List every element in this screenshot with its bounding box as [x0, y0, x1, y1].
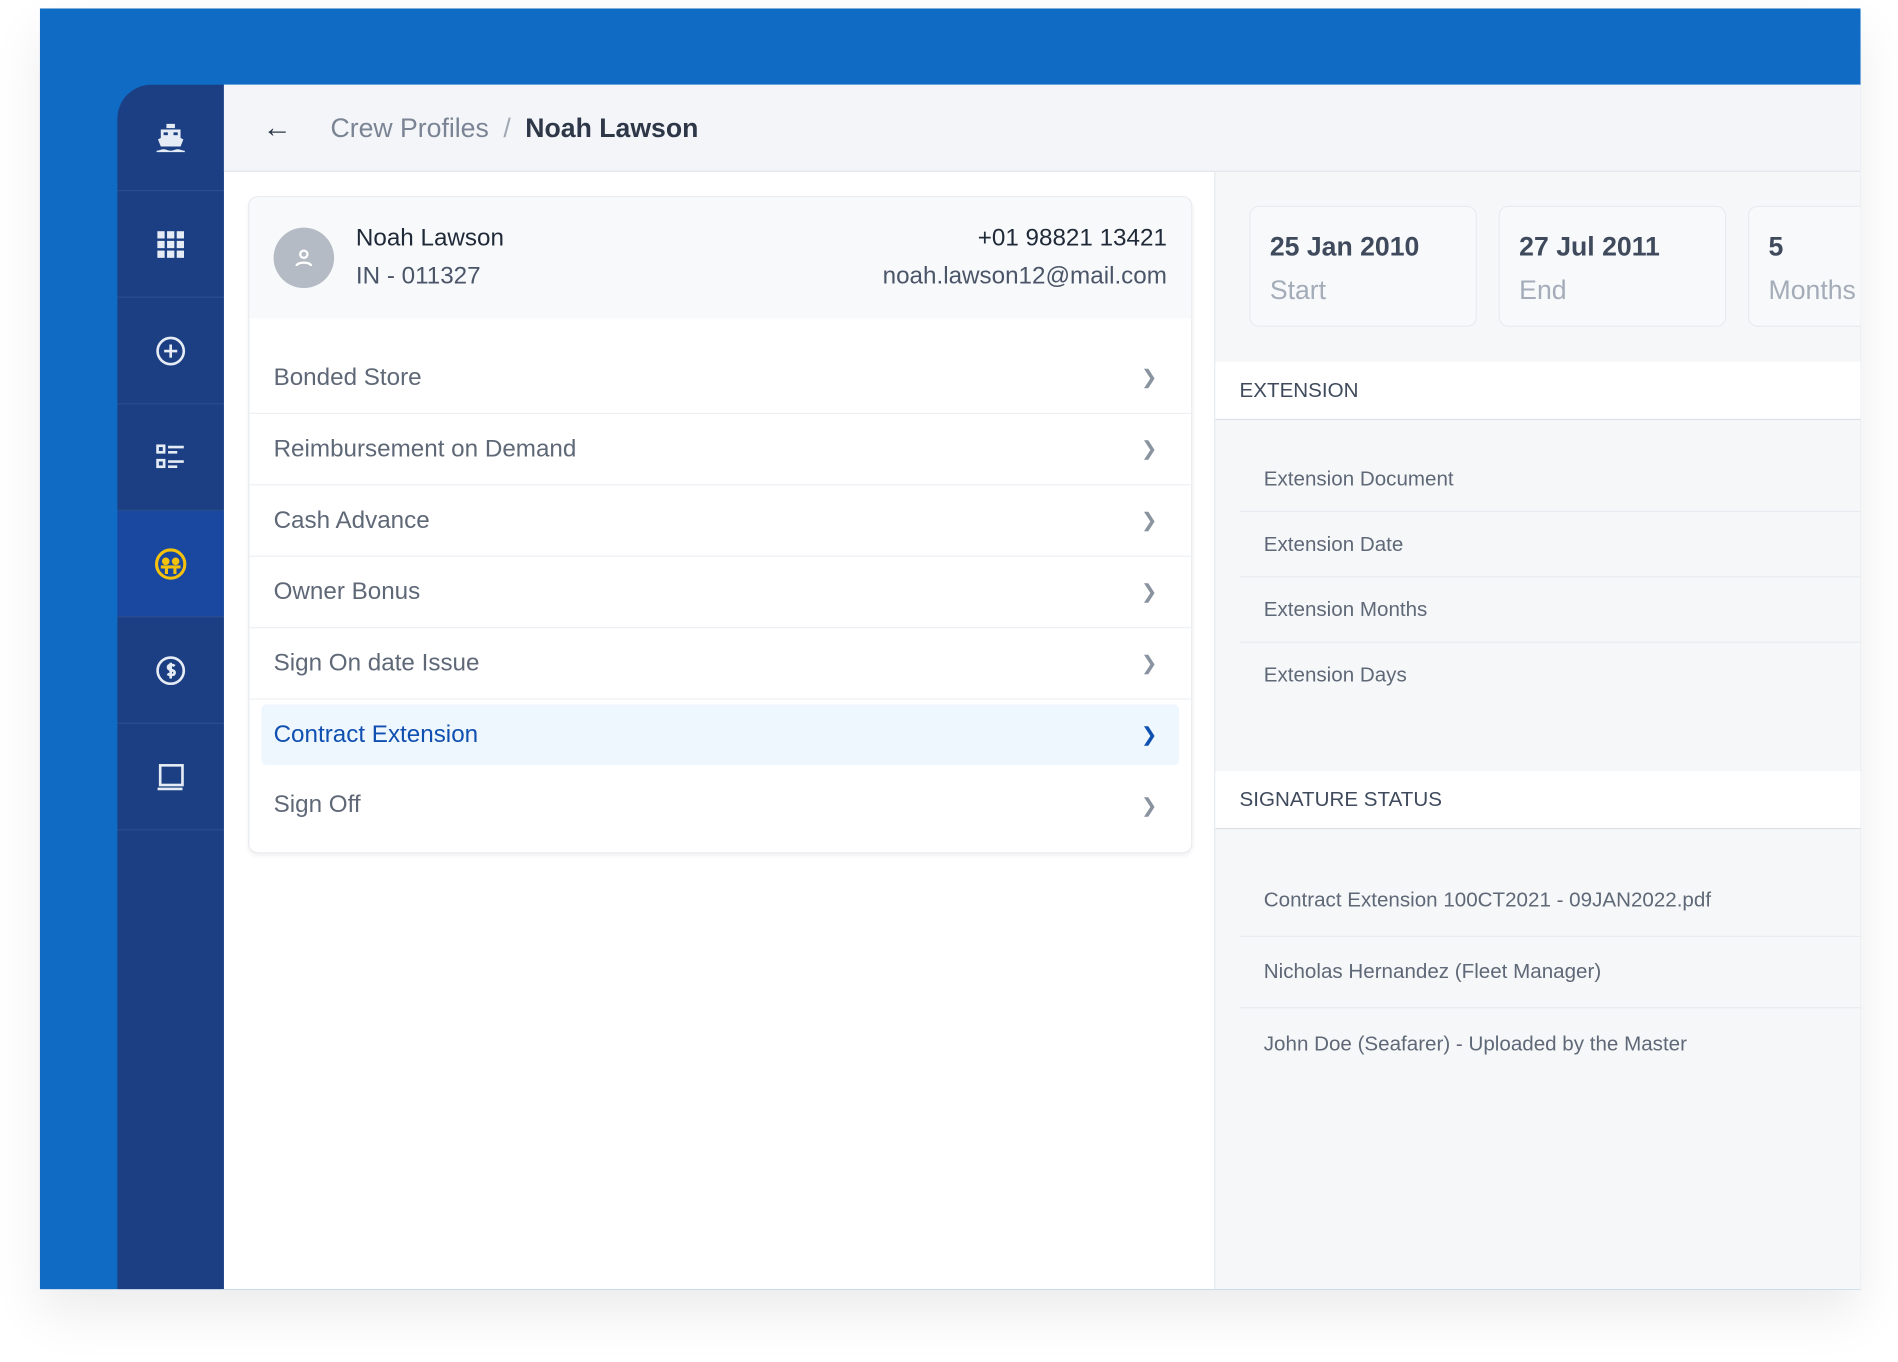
menu-item-label: Reimbursement on Demand	[273, 435, 577, 462]
chevron-right-icon: ❯	[1141, 439, 1158, 460]
sidebar-item-finance[interactable]	[117, 617, 224, 724]
header: ← Crew Profiles / Noah Lawson	[223, 84, 1861, 172]
signature-fleet-manager: Nicholas Hernandez (Fleet Manager)	[1239, 937, 1861, 1009]
menu-item-owner-bonus[interactable]: Owner Bonus ❯	[249, 557, 1192, 629]
breadcrumb-separator: /	[503, 111, 511, 143]
sidebar-item-add[interactable]	[117, 298, 224, 405]
dollar-icon	[156, 655, 186, 685]
profile-email: noah.lawson12@mail.com	[882, 262, 1167, 290]
chevron-right-icon: ❯	[1141, 653, 1158, 675]
profile-phone: +01 98821 13421	[977, 225, 1167, 252]
sidebar	[117, 84, 224, 1290]
profile-name: Noah Lawson	[355, 225, 504, 252]
menu-item-label: Owner Bonus	[273, 578, 421, 605]
grid-icon	[157, 230, 184, 258]
signature-status-heading: SIGNATURE STATUS	[1215, 771, 1861, 830]
detail-panel: 25 Jan 2010 Start 27 Jul 2011 End 5 Months …	[1214, 171, 1861, 1290]
signature-status-list: Contract Extension 100CT2021 - 09JAN2022…	[1215, 829, 1861, 1080]
summary-card-start: 25 Jan 2010 Start	[1249, 205, 1477, 327]
summary-value: 5	[1768, 231, 1784, 262]
menu-item-reimbursement[interactable]: Reimbursement on Demand ❯	[249, 414, 1192, 486]
extension-date-field[interactable]: Extension Date	[1239, 512, 1861, 578]
arrow-left-icon[interactable]: ←	[263, 111, 292, 145]
page-title: Noah Lawson	[525, 111, 699, 143]
sidebar-item-devices[interactable]	[117, 724, 224, 831]
extension-document-field[interactable]: Extension Document	[1239, 447, 1861, 513]
user-icon	[295, 249, 313, 267]
profile-card: Noah Lawson IN - 011327 +01 98821 13421 …	[248, 196, 1193, 854]
profile-menu: Bonded Store ❯ Reimbursement on Demand ❯ C…	[249, 318, 1192, 841]
signature-seafarer: John Doe (Seafarer) - Uploaded by the Ma…	[1263, 1031, 1687, 1055]
main-content: ← Crew Profiles / Noah Lawson Noah Lawso…	[223, 84, 1861, 1290]
plus-circle-icon	[156, 336, 186, 365]
sidebar-item-crew[interactable]	[117, 510, 224, 618]
profile-header: Noah Lawson IN - 011327 +01 98821 13421 …	[249, 197, 1192, 319]
contract-summary: 25 Jan 2010 Start 27 Jul 2011 End 5 Months	[1215, 172, 1861, 362]
menu-item-label: Contract Extension	[273, 720, 479, 748]
crew-icon	[155, 547, 187, 580]
ship-icon	[156, 123, 185, 152]
summary-value: 25 Jan 2010	[1269, 231, 1420, 262]
extension-days-field[interactable]: Extension Days	[1240, 643, 1861, 708]
summary-label: Start	[1269, 274, 1327, 306]
profile-id: IN - 011327	[355, 262, 481, 290]
list-icon	[156, 443, 184, 468]
app-frame: ← Crew Profiles / Noah Lawson Noah Lawso…	[39, 8, 1861, 1290]
menu-item-sign-on-date-issue[interactable]: Sign On date Issue ❯	[249, 628, 1192, 700]
laptop-icon	[157, 763, 184, 790]
extension-heading: EXTENSION	[1215, 361, 1861, 421]
extension-months-field[interactable]: Extension Months	[1239, 577, 1861, 643]
sidebar-item-dashboard[interactable]	[117, 191, 224, 298]
breadcrumb-crew-profiles[interactable]: Crew Profiles	[330, 112, 488, 143]
menu-item-label: Sign Off	[273, 791, 361, 819]
chevron-right-icon: ❯	[1141, 795, 1158, 817]
menu-item-contract-extension[interactable]: Contract Extension ❯	[261, 704, 1180, 766]
extension-fields: Extension Document Extension Date Extens…	[1215, 420, 1861, 771]
menu-item-label: Cash Advance	[273, 506, 430, 534]
summary-card-end: 27 Jul 2011 End	[1498, 205, 1727, 327]
chevron-right-icon: ❯	[1141, 582, 1158, 603]
menu-item-bonded-store[interactable]: Bonded Store ❯	[249, 343, 1192, 414]
menu-item-cash-advance[interactable]: Cash Advance ❯	[249, 485, 1192, 557]
menu-item-label: Bonded Store	[273, 363, 422, 391]
chevron-right-icon: ❯	[1141, 367, 1158, 389]
menu-item-label: Sign On date Issue	[273, 649, 480, 677]
menu-item-sign-off[interactable]: Sign Off ❯	[249, 770, 1191, 841]
summary-value: 27 Jul 2011	[1519, 231, 1660, 262]
summary-label: End	[1519, 274, 1567, 306]
signature-document-link[interactable]: Contract Extension 100CT2021 - 09JAN2022…	[1239, 866, 1861, 937]
chevron-right-icon: ❯	[1141, 510, 1158, 532]
summary-label: Months	[1768, 274, 1856, 306]
avatar	[273, 227, 335, 289]
sidebar-item-list[interactable]	[117, 404, 224, 511]
sidebar-item-home[interactable]	[117, 85, 224, 192]
summary-card-months: 5 Months	[1747, 205, 1861, 327]
chevron-right-icon: ❯	[1141, 725, 1158, 746]
